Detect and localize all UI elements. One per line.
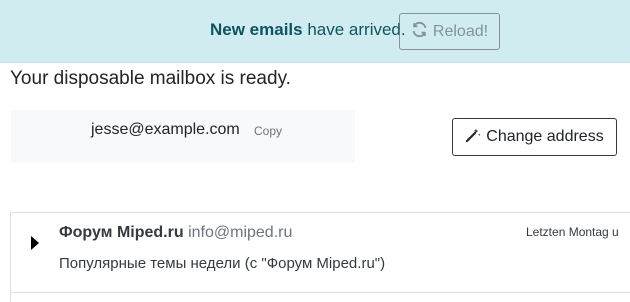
- caret-right-icon[interactable]: [31, 236, 39, 250]
- mailbox-ready-heading: Your disposable mailbox is ready.: [10, 68, 291, 89]
- reload-button[interactable]: Reload!: [399, 13, 500, 50]
- change-address-label: Change address: [486, 128, 604, 145]
- email-subject[interactable]: Популярные темы недели (с "Форум Miped.r…: [59, 255, 385, 272]
- banner-text: have arrived.: [302, 20, 406, 39]
- refresh-icon: [411, 21, 428, 43]
- email-address: jesse@example.com: [91, 121, 240, 138]
- copy-button[interactable]: Copy: [254, 124, 282, 138]
- reload-label: Reload!: [432, 22, 489, 40]
- magic-wand-icon: [465, 127, 481, 148]
- row-divider: [10, 292, 630, 293]
- change-address-button[interactable]: Change address: [452, 118, 617, 156]
- sender-email: info@miped.ru: [188, 224, 293, 241]
- banner-strong-text: New emails: [210, 20, 303, 39]
- email-sender[interactable]: Форум Miped.ru info@miped.ru: [59, 224, 292, 242]
- email-date: Letzten Montag u: [526, 225, 619, 239]
- sender-name: Форум Miped.ru: [59, 224, 184, 241]
- banner-message: New emails have arrived.: [210, 20, 406, 40]
- new-emails-banner: New emails have arrived. Reload!: [0, 0, 630, 63]
- address-box: jesse@example.com Copy: [11, 110, 355, 163]
